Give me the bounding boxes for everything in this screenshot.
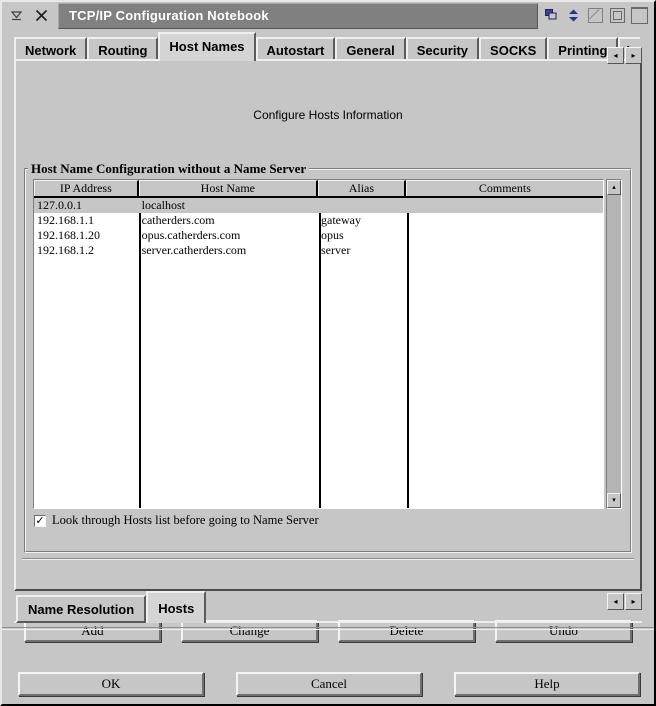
tab-scroll-right-icon[interactable]: ▸ [625, 47, 642, 64]
bottom-tabs: Name Resolution Hosts [16, 591, 207, 623]
maximize-box [587, 8, 603, 23]
bottom-tab-hosts[interactable]: Hosts [146, 591, 207, 623]
help-button[interactable]: Help [454, 672, 640, 696]
updown-arrow-glyph [568, 9, 578, 22]
table-row[interactable]: 192.168.1.1 catherders.com gateway [34, 213, 603, 228]
minimize-window-box [630, 7, 648, 24]
bottom-tab-name-resolution[interactable]: Name Resolution [16, 595, 147, 623]
column-header-ip-address[interactable]: IP Address [34, 180, 139, 196]
bottom-tab-scroll-left-icon[interactable]: ◂ [607, 593, 624, 610]
bottom-tab-label: Hosts [158, 600, 195, 616]
cell-ip-address: 192.168.1.1 [37, 213, 94, 227]
table-header-row: IP Address Host Name Alias Comments [34, 180, 603, 198]
top-tab-strip: Network Routing Host Names Autostart Gen… [14, 31, 642, 64]
minimize-icon[interactable] [5, 5, 27, 27]
cell-alias: gateway [321, 213, 361, 227]
minimize-glyph [10, 11, 22, 21]
resize-updown-icon[interactable] [562, 5, 584, 27]
tab-label: Host Names [169, 39, 245, 54]
column-header-alias[interactable]: Alias [318, 180, 406, 196]
tab-label: General [346, 42, 395, 58]
table-row[interactable]: 192.168.1.20 opus.catherders.com opus [34, 228, 603, 243]
window-list-icon[interactable] [540, 5, 562, 27]
bottom-tab-label: Name Resolution [28, 601, 135, 617]
tab-label: Autostart [266, 42, 325, 58]
restore-box [609, 8, 625, 23]
divider [22, 558, 634, 560]
top-tab-scroll-buttons: ◂ ▸ [606, 47, 642, 64]
lookup-hosts-checkbox[interactable]: ✓ [34, 514, 46, 527]
tab-host-names[interactable]: Host Names [158, 32, 256, 61]
cell-ip-address: 127.0.0.1 [37, 198, 82, 212]
cell-host-name: server.catherders.com [141, 243, 247, 257]
title-bar: TCP/IP Configuration Notebook [2, 2, 654, 29]
cell-comments [406, 198, 603, 213]
group-title: Host Name Configuration without a Name S… [28, 161, 310, 177]
cell-alias [318, 198, 406, 213]
column-header-comments[interactable]: Comments [405, 180, 603, 196]
hosts-table: IP Address Host Name Alias Comments 127.… [33, 179, 622, 509]
top-tabs: Network Routing Host Names Autostart Gen… [14, 31, 641, 61]
tab-security[interactable]: Security [405, 37, 480, 61]
lookup-hosts-checkbox-label: Look through Hosts list before going to … [52, 513, 319, 527]
scroll-down-icon[interactable]: ▾ [607, 493, 621, 508]
cell-host-name: opus.catherders.com [141, 228, 241, 242]
lookup-hosts-checkbox-row[interactable]: ✓ Look through Hosts list before going t… [34, 513, 319, 528]
cell-host-name: localhost [141, 198, 185, 212]
bottom-tab-scroll-right-icon[interactable]: ▸ [625, 593, 642, 610]
tab-routing[interactable]: Routing [87, 37, 159, 61]
cell-comments [406, 243, 603, 258]
table-vertical-scrollbar[interactable]: ▴ ▾ [606, 179, 622, 509]
maximize-slash [588, 9, 599, 20]
cell-alias: opus [321, 228, 344, 242]
ok-button[interactable]: OK [18, 672, 204, 696]
table-row[interactable]: 127.0.0.1 localhost [34, 198, 603, 213]
close-glyph [35, 9, 47, 22]
restore-icon[interactable] [606, 5, 628, 27]
close-icon[interactable] [30, 5, 52, 27]
column-header-host-name[interactable]: Host Name [138, 180, 319, 196]
title-field: TCP/IP Configuration Notebook [58, 2, 538, 29]
cell-host-name: catherders.com [141, 213, 215, 227]
restore-inner [612, 11, 622, 20]
tab-scroll-left-icon[interactable]: ◂ [607, 47, 624, 64]
dialog-buttons: OK Cancel Help [18, 672, 640, 696]
page-title: Configure Hosts Information [253, 108, 403, 122]
window-list-glyph [544, 9, 556, 20]
tab-network[interactable]: Network [14, 37, 88, 61]
tab-autostart[interactable]: Autostart [255, 37, 336, 61]
footer-divider [2, 627, 654, 630]
minimize-window-icon[interactable] [628, 5, 650, 27]
cancel-button[interactable]: Cancel [236, 672, 422, 696]
tab-general[interactable]: General [335, 37, 406, 61]
cell-ip-address: 192.168.1.20 [37, 228, 100, 242]
bottom-tab-strip: Name Resolution Hosts ◂ ▸ [14, 591, 642, 625]
host-name-configuration-group: Host Name Configuration without a Name S… [24, 161, 632, 553]
bottom-tab-scroll-buttons: ◂ ▸ [606, 593, 642, 610]
window-title: TCP/IP Configuration Notebook [69, 8, 269, 23]
cell-alias: server [321, 243, 351, 257]
tab-page-host-names: Configure Hosts Information Host Name Co… [14, 59, 642, 642]
scroll-up-icon[interactable]: ▴ [607, 180, 621, 195]
tab-label: Network [25, 42, 77, 58]
scrollbar-track[interactable] [607, 195, 621, 493]
maximize-icon[interactable] [584, 5, 606, 27]
tab-label: Printing [558, 42, 608, 58]
cell-comments [406, 228, 603, 243]
cell-comments [406, 213, 603, 228]
tab-socks[interactable]: SOCKS [479, 37, 548, 61]
tab-label: Security [416, 42, 469, 58]
window-controls [540, 5, 654, 27]
tab-label: SOCKS [490, 42, 537, 58]
application-window: TCP/IP Configuration Notebook Network Ro… [0, 0, 656, 706]
cell-ip-address: 192.168.1.2 [37, 243, 94, 257]
tab-label: Routing [98, 42, 148, 58]
table-rows[interactable]: 127.0.0.1 localhost 192.168.1.1 catherde… [34, 198, 603, 508]
hosts-table-body-wrap: IP Address Host Name Alias Comments 127.… [33, 179, 604, 509]
table-row[interactable]: 192.168.1.2 server.catherders.com server [34, 243, 603, 258]
